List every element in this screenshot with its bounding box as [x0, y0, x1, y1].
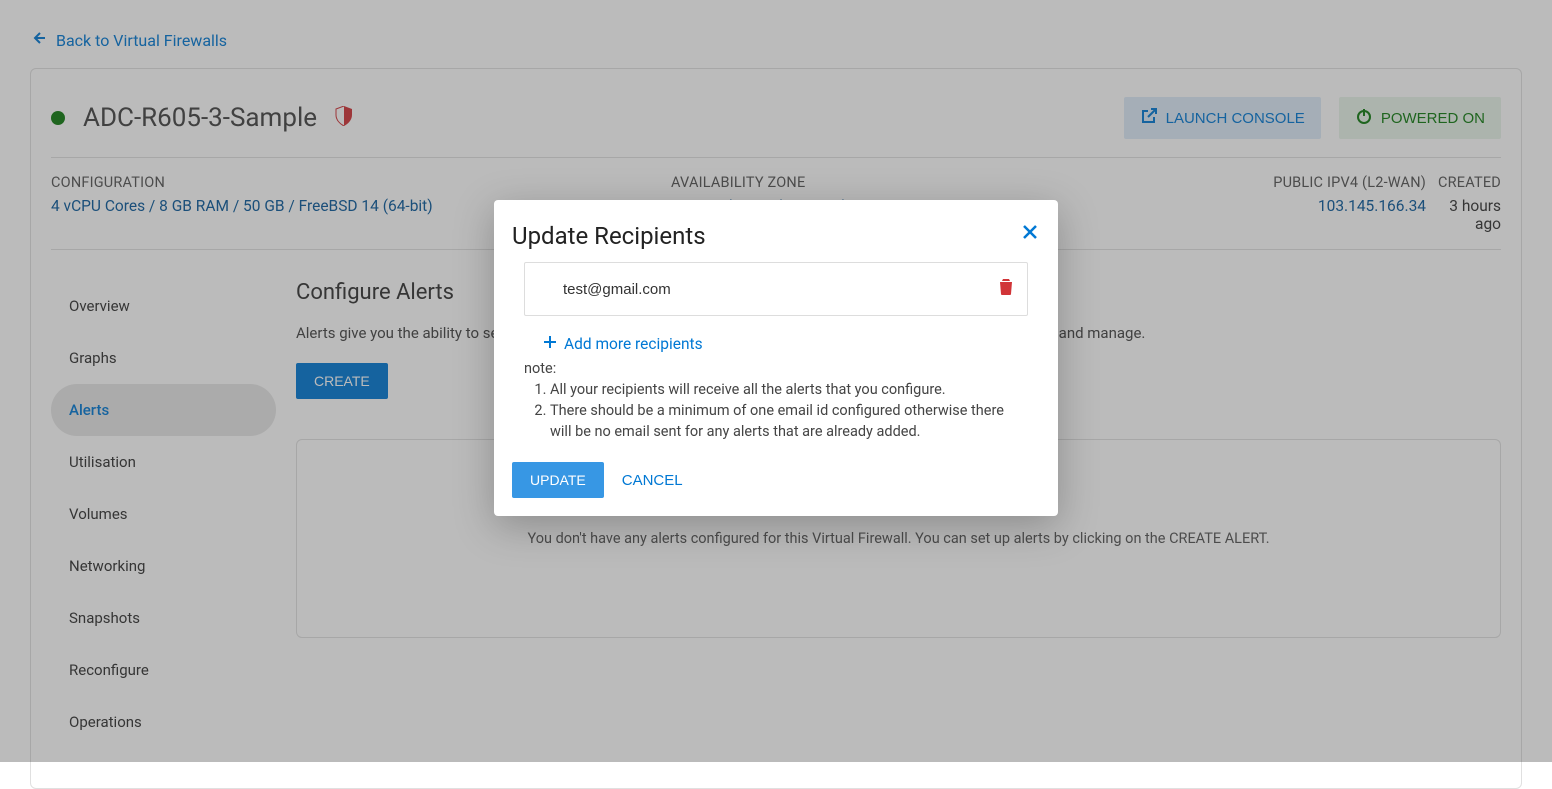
update-button[interactable]: UPDATE — [512, 462, 604, 498]
recipient-row — [524, 262, 1028, 316]
trash-icon[interactable] — [999, 279, 1013, 299]
close-icon[interactable] — [1020, 222, 1040, 246]
note-item: All your recipients will receive all the… — [550, 379, 1028, 400]
cancel-button[interactable]: CANCEL — [622, 472, 683, 489]
add-recipient-label: Add more recipients — [564, 335, 703, 353]
recipient-input[interactable] — [539, 275, 999, 304]
plus-icon — [542, 334, 558, 354]
update-recipients-modal: Update Recipients Add more recipients no… — [494, 200, 1058, 516]
note-block: note: All your recipients will receive a… — [512, 360, 1040, 442]
add-recipient-button[interactable]: Add more recipients — [542, 334, 703, 354]
note-label: note: — [524, 360, 1028, 377]
note-item: There should be a minimum of one email i… — [550, 400, 1028, 442]
modal-overlay: Update Recipients Add more recipients no… — [0, 0, 1552, 762]
modal-title: Update Recipients — [512, 222, 706, 250]
